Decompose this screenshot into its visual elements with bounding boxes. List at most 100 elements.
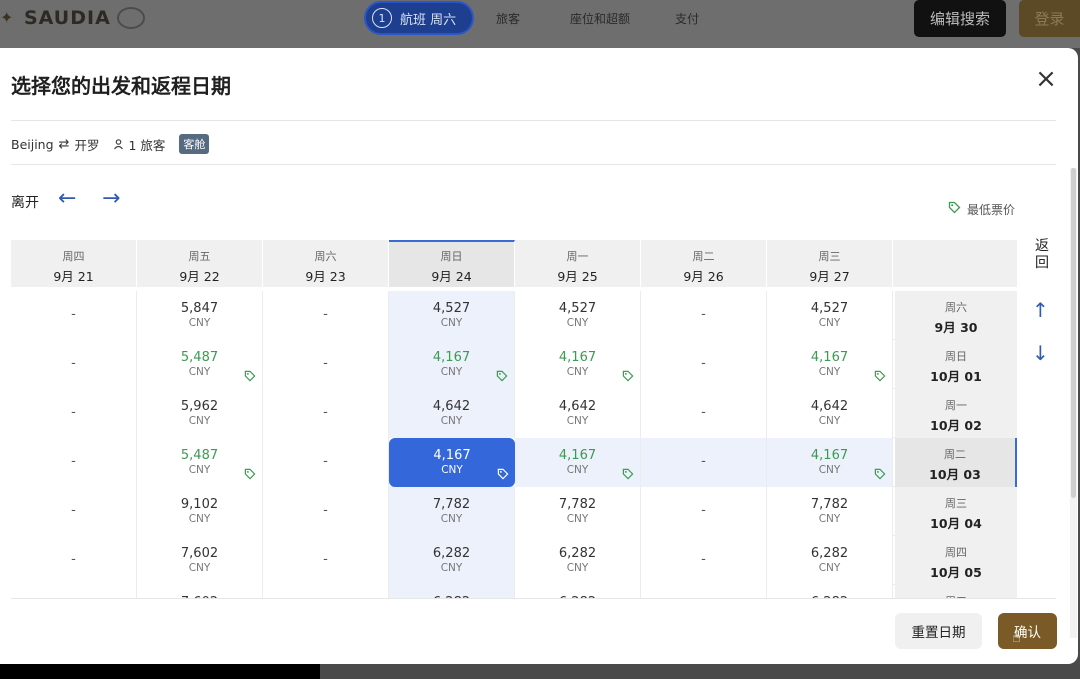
weekday-label: 周一: [566, 250, 589, 263]
depart-date-3[interactable]: 周日 9月 24: [389, 240, 515, 287]
login-button[interactable]: 登录: [1019, 0, 1080, 37]
fare-price: 9,102: [180, 497, 219, 512]
saudia-logo[interactable]: ✦ SAUDIA: [0, 6, 145, 30]
fare-currency: CNY: [818, 415, 841, 427]
fare-cell[interactable]: 4,167 CNY: [767, 438, 893, 487]
fare-currency: CNY: [818, 513, 841, 525]
confirm-button[interactable]: 确认: [998, 613, 1057, 649]
step-payment[interactable]: 支付: [675, 10, 699, 27]
depart-date-1[interactable]: 周五 9月 22: [137, 240, 263, 287]
depart-date-header: 周四 9月 21 周五 9月 22 周六 9月 23 周日 9月 24 周一 9月 25 周二 9月 …: [11, 240, 1017, 287]
fare-price: 4,167: [558, 448, 597, 463]
return-date-3[interactable]: 周二 10月 03: [895, 438, 1017, 487]
fare-cell: -: [641, 585, 767, 598]
fare-cell[interactable]: 4,642 CNY: [389, 389, 515, 438]
fare-cell[interactable]: 4,527 CNY: [389, 291, 515, 340]
fare-row: -5,487 CNY -4,167 CNY 4,167 CNY -4,167 CNY 周日 10月…: [11, 340, 1017, 389]
fare-cell[interactable]: 4,167 CNY: [389, 340, 515, 389]
lowest-fare-tag-icon: [874, 468, 886, 483]
scrollbar-thumb[interactable]: [1071, 168, 1076, 498]
fare-cell[interactable]: 6,282CNY: [515, 536, 641, 585]
fare-price: 6,282: [432, 546, 471, 561]
date-label: 9月 24: [431, 269, 472, 284]
fare-currency: CNY: [188, 415, 211, 427]
divider: [11, 598, 1056, 599]
depart-date-0[interactable]: 周四 9月 21: [11, 240, 137, 287]
fare-price: 5,487: [180, 448, 219, 463]
fare-cell[interactable]: 7,782 CNY: [515, 487, 641, 536]
fare-currency: CNY: [566, 415, 589, 427]
depart-date-4[interactable]: 周一 9月 25: [515, 240, 641, 287]
fare-price: 4,527: [558, 301, 597, 316]
fare-cell[interactable]: 7,782 CNY: [767, 487, 893, 536]
fare-cell: -: [263, 340, 389, 389]
fare-cell[interactable]: 4,167 CNY: [515, 438, 641, 487]
fare-cell: -: [11, 585, 137, 598]
fare-price: 6,282: [810, 546, 849, 561]
fare-price: 6,282: [558, 546, 597, 561]
fare-row: -7,602 CNY -6,282 CNY 6,282 CNY -6,282 CNY 周四 10月…: [11, 536, 1017, 585]
return-date-1[interactable]: 周日 10月 01: [895, 340, 1017, 389]
weekday-label: 周一: [945, 399, 967, 412]
depart-date-5[interactable]: 周二 9月 26: [641, 240, 767, 287]
fare-price: 5,487: [180, 350, 219, 365]
prev-return-arrow-icon[interactable]: ↑: [1032, 300, 1049, 320]
passenger-count: 1 旅客: [113, 135, 165, 154]
lowest-fare-tag-icon: [874, 370, 886, 385]
return-date-2[interactable]: 周一 10月 02: [895, 389, 1017, 438]
fare-cell[interactable]: 6,282CNY: [389, 585, 515, 598]
fare-cell[interactable]: 5,487 CNY: [137, 438, 263, 487]
fare-cell[interactable]: 4,642 CNY: [767, 389, 893, 438]
date-label: 9月 22: [179, 269, 220, 284]
fare-cell[interactable]: 6,282CNY: [515, 585, 641, 598]
prev-week-arrow-icon[interactable]: ←: [58, 188, 76, 210]
return-date-0[interactable]: 周六 9月 30: [895, 291, 1017, 340]
fare-cell[interactable]: 5,487 CNY: [137, 340, 263, 389]
fare-cell[interactable]: 5,847 CNY: [137, 291, 263, 340]
fare-cell: -: [11, 389, 137, 438]
fare-cell[interactable]: 4,167 CNY: [389, 438, 515, 487]
fare-price: 4,527: [810, 301, 849, 316]
fare-cell[interactable]: 6,282CNY: [389, 536, 515, 585]
date-label: 9月 27: [809, 269, 850, 284]
close-icon[interactable]: ×: [1034, 66, 1058, 92]
date-label: 10月 02: [930, 418, 982, 433]
step-seats-baggage[interactable]: 座位和超额: [570, 10, 630, 27]
date-label: 10月 05: [930, 565, 982, 580]
booking-steps: 1 航班 周六 旅客 座位和超额 支付: [364, 1, 699, 35]
palm-emblem-icon: ✦: [0, 8, 14, 27]
return-date-6[interactable]: 周五: [895, 585, 1017, 598]
fare-currency: CNY: [440, 317, 463, 329]
next-return-arrow-icon[interactable]: ↓: [1032, 343, 1049, 363]
lowest-fare-tag-icon: [496, 370, 508, 385]
fare-cell[interactable]: 5,962 CNY: [137, 389, 263, 438]
fare-cell[interactable]: 6,282CNY: [767, 536, 893, 585]
step-flights[interactable]: 1 航班 周六: [364, 1, 474, 35]
next-week-arrow-icon[interactable]: →: [102, 188, 120, 210]
weekday-label: 周三: [818, 250, 841, 263]
step-flights-label: 航班 周六: [400, 12, 457, 28]
fare-price: 7,782: [432, 497, 471, 512]
fare-cell[interactable]: 7,782 CNY: [389, 487, 515, 536]
fare-row: -5,847 CNY -4,527 CNY 4,527 CNY -4,527 CNY 周六 9月 …: [11, 291, 1017, 340]
fare-cell[interactable]: 6,282CNY: [767, 585, 893, 598]
depart-date-6[interactable]: 周三 9月 27: [767, 240, 893, 287]
fare-cell[interactable]: 4,642 CNY: [515, 389, 641, 438]
edit-search-button[interactable]: 编辑搜索: [914, 0, 1006, 37]
fare-row: -9,102 CNY -7,782 CNY 7,782 CNY -7,782 CNY 周三 10月…: [11, 487, 1017, 536]
fare-cell[interactable]: 4,167 CNY: [767, 340, 893, 389]
fare-cell[interactable]: 4,527 CNY: [767, 291, 893, 340]
return-date-4[interactable]: 周三 10月 04: [895, 487, 1017, 536]
fare-cell[interactable]: 4,167 CNY: [515, 340, 641, 389]
depart-date-2[interactable]: 周六 9月 23: [263, 240, 389, 287]
fare-currency: CNY: [566, 562, 589, 574]
reset-dates-button[interactable]: 重置日期: [895, 613, 982, 649]
fare-cell[interactable]: 7,602CNY: [137, 536, 263, 585]
fare-cell[interactable]: 7,602CNY: [137, 585, 263, 598]
return-date-5[interactable]: 周四 10月 05: [895, 536, 1017, 585]
weekday-label: 周五: [188, 250, 211, 263]
fare-cell[interactable]: 4,527 CNY: [515, 291, 641, 340]
fare-cell[interactable]: 9,102 CNY: [137, 487, 263, 536]
step-passengers[interactable]: 旅客: [496, 10, 520, 27]
fare-row: -5,487 CNY -4,167 CNY 4,167 CNY -4,167 CNY 周二 10月…: [11, 438, 1017, 487]
